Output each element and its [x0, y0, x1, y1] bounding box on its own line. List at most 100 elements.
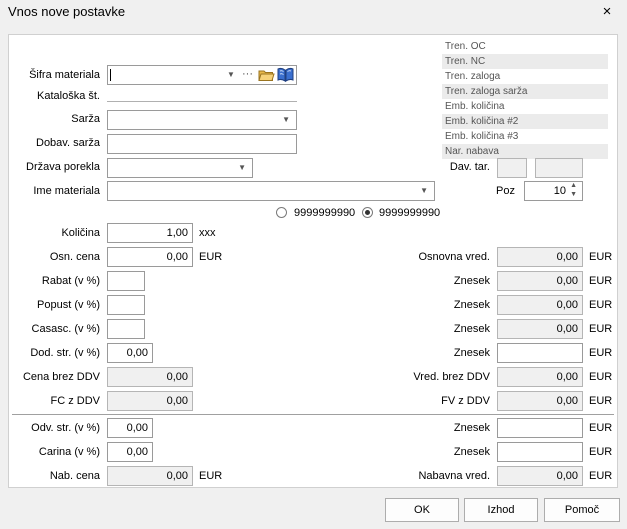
chevron-down-icon[interactable]: ▼ [238, 159, 246, 177]
kolicina-label: Količina [61, 227, 100, 239]
currency-label: EUR [589, 395, 613, 407]
dav-tar-label: Dav. tar. [449, 161, 490, 173]
vred-brez-ddv-field[interactable]: 0,00 [497, 367, 583, 387]
dod-str-label: Dod. str. (v %) [30, 347, 100, 359]
osn-cena-label: Osn. cena [49, 251, 100, 263]
currency-label: EUR [199, 251, 223, 263]
osn-cena-input[interactable]: 0,00 [107, 247, 193, 267]
znesek-label: Znesek [453, 323, 490, 335]
text-cursor [110, 69, 111, 81]
cena-brez-ddv-field[interactable]: 0,00 [107, 367, 193, 387]
chevron-down-icon[interactable]: ▼ [282, 111, 290, 129]
odv-str-input[interactable]: 0,00 [107, 418, 153, 438]
radio-option-2-label: 9999999990 [379, 207, 441, 219]
fc-z-ddv-label: FC z DDV [50, 395, 101, 407]
currency-label: EUR [589, 275, 613, 287]
dobav-label: Dobav. sarža [36, 137, 100, 149]
close-icon[interactable]: × [600, 3, 614, 20]
info-item: Tren. NC [442, 54, 608, 69]
currency-label: EUR [589, 323, 613, 335]
znesek-carina-input[interactable] [497, 442, 583, 462]
znesek-casasc-field[interactable]: 0,00 [497, 319, 583, 339]
info-item: Nar. nabava [442, 144, 608, 159]
dav-tar-field-2[interactable] [535, 158, 583, 178]
ok-button[interactable]: OK [385, 498, 459, 522]
poz-label: Poz [496, 185, 515, 197]
poz-stepper[interactable]: 10 ▲ ▼ [524, 181, 583, 201]
info-item: Tren. zaloga sarža [442, 84, 608, 99]
ime-label: Ime materiala [33, 185, 100, 197]
chevron-down-icon[interactable]: ▼ [420, 182, 428, 200]
znesek-label: Znesek [453, 446, 490, 458]
currency-label: EUR [589, 299, 613, 311]
popust-label: Popust (v %) [37, 299, 100, 311]
nabavna-vred-field[interactable]: 0,00 [497, 466, 583, 486]
divider [12, 414, 614, 415]
osnovna-vred-field[interactable]: 0,00 [497, 247, 583, 267]
info-item: Tren. zaloga [445, 71, 501, 82]
nab-cena-label: Nab. cena [49, 470, 100, 482]
casasc-label: Casasc. (v %) [31, 323, 100, 335]
fc-z-ddv-field[interactable]: 0,00 [107, 391, 193, 411]
currency-label: EUR [589, 470, 613, 482]
sarza-select[interactable]: ▼ [107, 110, 297, 130]
fv-z-ddv-label: FV z DDV [441, 395, 490, 407]
currency-label: EUR [589, 371, 613, 383]
dav-tar-field-1[interactable] [497, 158, 527, 178]
nabavna-vred-label: Nabavna vred. [418, 470, 490, 482]
pomoc-button[interactable]: Pomoč [544, 498, 620, 522]
dod-str-input[interactable]: 0,00 [107, 343, 153, 363]
casasc-input[interactable] [107, 319, 145, 339]
znesek-odv-str-input[interactable] [497, 418, 583, 438]
znesek-label: Znesek [453, 275, 490, 287]
cena-brez-ddv-label: Cena brez DDV [22, 371, 100, 383]
znesek-popust-field[interactable]: 0,00 [497, 295, 583, 315]
dobav-sarza-input[interactable] [107, 134, 297, 154]
znesek-dod-str-input[interactable] [497, 343, 583, 363]
open-folder-icon[interactable] [258, 67, 275, 84]
carina-label: Carina (v %) [38, 446, 100, 458]
poz-value: 10 [553, 185, 566, 197]
currency-label: EUR [589, 251, 613, 263]
carina-input[interactable]: 0,00 [107, 442, 153, 462]
znesek-label: Znesek [453, 422, 490, 434]
info-panel: Tren. OC Tren. NC Tren. zaloga Tren. zal… [442, 39, 608, 159]
radio-option-1-label: 9999999990 [294, 207, 356, 219]
vred-brez-ddv-label: Vred. brez DDV [413, 371, 490, 383]
stepper-arrows-icon[interactable]: ▲ ▼ [570, 182, 577, 199]
ellipsis-button[interactable]: ··· [242, 66, 253, 83]
popust-input[interactable] [107, 295, 145, 315]
fv-z-ddv-field[interactable]: 0,00 [497, 391, 583, 411]
kolicina-unit: xxx [199, 227, 216, 239]
rabat-label: Rabat (v %) [41, 275, 100, 287]
info-item: Emb. količina [445, 101, 505, 112]
katalog-label: Kataloška št. [37, 90, 100, 102]
book-icon[interactable] [277, 67, 294, 84]
sifra-label: Šifra materiala [29, 69, 100, 81]
rabat-input[interactable] [107, 271, 145, 291]
chevron-down-icon[interactable]: ▼ [227, 66, 235, 84]
currency-label: EUR [199, 470, 223, 482]
window-title: Vnos nove postavke [8, 4, 126, 19]
katalog-field-line[interactable] [107, 101, 297, 102]
sifra-input[interactable]: ▼ ··· [107, 65, 297, 85]
currency-label: EUR [589, 446, 613, 458]
izhod-button[interactable]: Izhod [464, 498, 538, 522]
kolicina-input[interactable]: 1,00 [107, 223, 193, 243]
odv-str-label: Odv. str. (v %) [31, 422, 100, 434]
znesek-rabat-field[interactable]: 0,00 [497, 271, 583, 291]
radio-option-2[interactable] [362, 207, 373, 218]
nab-cena-field[interactable]: 0,00 [107, 466, 193, 486]
sarza-label: Sarža [71, 113, 100, 125]
radio-option-1[interactable] [276, 207, 287, 218]
ime-materiala-select[interactable]: ▼ [107, 181, 435, 201]
currency-label: EUR [589, 422, 613, 434]
znesek-label: Znesek [453, 347, 490, 359]
osnovna-vred-label: Osnovna vred. [418, 251, 490, 263]
currency-label: EUR [589, 347, 613, 359]
drzava-select[interactable]: ▼ [107, 158, 253, 178]
drzava-label: Država porekla [26, 161, 100, 173]
znesek-label: Znesek [453, 299, 490, 311]
info-item: Emb. količina #3 [445, 131, 519, 142]
info-item: Tren. OC [445, 41, 486, 52]
